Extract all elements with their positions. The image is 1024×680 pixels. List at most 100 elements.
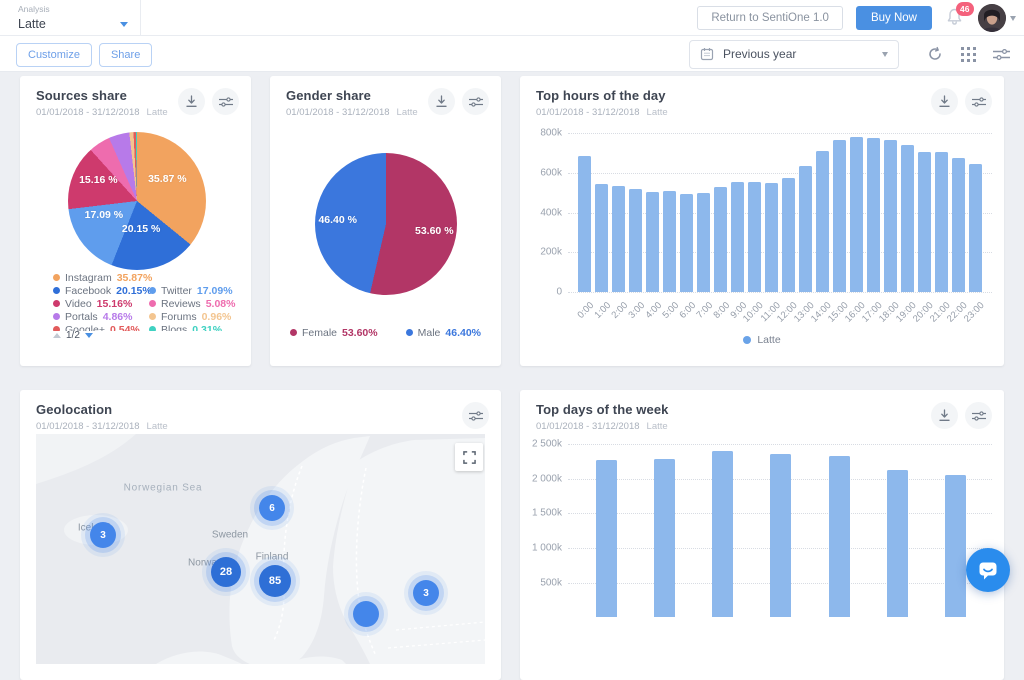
legend-source-value: 0.31%: [192, 324, 222, 332]
bar[interactable]: [748, 182, 761, 292]
share-button[interactable]: Share: [99, 43, 152, 67]
notification-count-badge: 46: [956, 2, 974, 16]
bar[interactable]: [578, 156, 591, 292]
bar[interactable]: [850, 137, 863, 292]
sources-pie-chart[interactable]: 35.87 %20.15 %17.09 %15.16 %: [68, 132, 206, 270]
geolocation-map[interactable]: Norwegian SeaIcelandSwedenNorwayFinland3…: [36, 434, 485, 664]
y-axis-tick-label: 200k: [520, 247, 562, 258]
legend-item-reviews[interactable]: Reviews5.08%: [149, 297, 235, 310]
sources-share-card: Sources share 01/01/2018 - 31/12/2018Lat…: [20, 76, 251, 366]
bar[interactable]: [799, 166, 812, 292]
bar[interactable]: [969, 164, 982, 292]
bar[interactable]: [945, 475, 966, 618]
y-axis-tick-label: 600k: [520, 167, 562, 178]
bar[interactable]: [901, 145, 914, 292]
legend-dot: [53, 287, 60, 294]
map-cluster-marker[interactable]: 3: [90, 522, 116, 548]
bar[interactable]: [663, 191, 676, 292]
notifications-button[interactable]: 46: [945, 7, 965, 29]
legend-item-facebook[interactable]: Facebook 20.15%: [53, 284, 152, 297]
customize-button[interactable]: Customize: [16, 43, 92, 67]
bar[interactable]: [867, 138, 880, 292]
bar[interactable]: [765, 183, 778, 292]
legend-item-twitter[interactable]: Twitter 17.09%: [149, 284, 233, 297]
legend-item-female[interactable]: Female53.60%: [290, 326, 378, 339]
bar[interactable]: [833, 140, 846, 292]
legend-item-portals[interactable]: Portals4.86%: [53, 310, 132, 323]
bar[interactable]: [887, 470, 908, 618]
card-settings-button[interactable]: [462, 402, 489, 429]
bar[interactable]: [770, 454, 791, 617]
bar[interactable]: [782, 178, 795, 292]
bar[interactable]: [612, 186, 625, 292]
analysis-selector[interactable]: Analysis Latte: [18, 4, 128, 31]
page-up-icon[interactable]: [53, 333, 61, 338]
legend-gender-name: Male: [418, 327, 441, 339]
legend-item-video[interactable]: Video15.16%: [53, 297, 132, 310]
legend-item-male[interactable]: Male46.40%: [406, 326, 481, 339]
sliders-icon: [993, 47, 1010, 62]
map-cluster-marker[interactable]: 6: [259, 495, 285, 521]
x-axis-tick-label: 6:00: [677, 300, 698, 321]
bar[interactable]: [731, 182, 744, 292]
bar[interactable]: [884, 140, 897, 292]
map-cluster-marker[interactable]: 85: [259, 565, 291, 597]
legend-source-name: Twitter: [161, 285, 192, 297]
bar[interactable]: [595, 184, 608, 292]
y-axis-tick-label: 0: [520, 287, 562, 298]
bar[interactable]: [680, 194, 693, 292]
legend-source-name: Facebook: [65, 285, 111, 297]
refresh-button[interactable]: [926, 45, 944, 63]
bar[interactable]: [697, 193, 710, 292]
bar[interactable]: [596, 460, 617, 618]
chart-legend[interactable]: Latte: [520, 334, 1004, 346]
refresh-icon: [927, 46, 943, 62]
map-cluster-marker[interactable]: 3: [413, 580, 439, 606]
bar[interactable]: [654, 459, 675, 618]
gender-pie-chart[interactable]: 53.60 %46.40 %: [315, 153, 457, 295]
legend-item-instagram[interactable]: Instagram35.87%: [53, 271, 152, 284]
legend-item-forums[interactable]: Forums0.96%: [149, 310, 231, 323]
bar[interactable]: [816, 151, 829, 292]
page-down-icon[interactable]: [85, 333, 93, 338]
bar[interactable]: [952, 158, 965, 292]
sources-legend: Instagram35.87%Facebook 20.15% Twitter 17.0…: [20, 266, 251, 331]
pie-value-label: 20.15 %: [122, 223, 161, 235]
legend-source-value: 20.15%: [116, 285, 152, 297]
grid-view-button[interactable]: [959, 45, 977, 63]
top-bar: Analysis Latte Return to SentiOne 1.0 Bu…: [0, 0, 1024, 36]
bar[interactable]: [918, 152, 931, 292]
legend-source-value: 17.09%: [197, 285, 233, 297]
bar[interactable]: [712, 451, 733, 618]
buy-now-button[interactable]: Buy Now: [856, 6, 932, 30]
x-axis-tick-label: 5:00: [660, 300, 681, 321]
download-button[interactable]: [428, 88, 455, 115]
avatar: [978, 4, 1006, 32]
card-settings-button[interactable]: [462, 88, 489, 115]
bar[interactable]: [629, 189, 642, 292]
bar[interactable]: [935, 152, 948, 292]
user-menu[interactable]: [978, 4, 1016, 32]
download-button[interactable]: [178, 88, 205, 115]
pie-value-label: 17.09 %: [85, 209, 124, 221]
top-days-card: Top days of the week 01/01/2018 - 31/12/…: [520, 390, 1004, 680]
legend-label: Latte: [757, 334, 780, 346]
dashboard-settings-button[interactable]: [992, 45, 1010, 63]
period-selector[interactable]: Previous year: [689, 40, 899, 69]
bar[interactable]: [646, 192, 659, 292]
bar[interactable]: [829, 456, 850, 618]
bar[interactable]: [714, 187, 727, 292]
map-cluster-marker[interactable]: 28: [211, 557, 241, 587]
caret-down-icon: [120, 22, 128, 27]
caret-down-icon: [882, 52, 888, 57]
card-title: Geolocation: [36, 402, 168, 417]
return-to-sentione-button[interactable]: Return to SentiOne 1.0: [697, 6, 843, 30]
sliders-icon: [219, 96, 233, 108]
chat-launcher-button[interactable]: [966, 548, 1010, 592]
legend-item-blogs[interactable]: Blogs0.31%: [149, 323, 222, 331]
card-settings-button[interactable]: [212, 88, 239, 115]
map-fullscreen-button[interactable]: [455, 443, 483, 471]
map-cluster-marker[interactable]: [353, 601, 379, 627]
analysis-value: Latte: [18, 17, 46, 31]
card-title: Sources share: [36, 88, 168, 103]
